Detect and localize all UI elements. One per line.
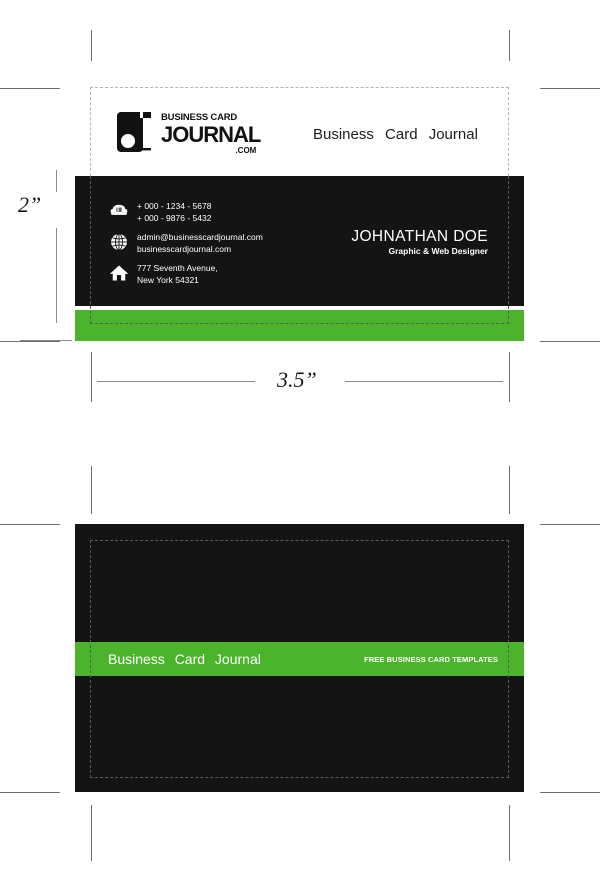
business-card-template-page: 2” BUSINESS CARD JOURNAL .COM Business C…	[0, 0, 600, 869]
height-dimension-tick-bottom	[20, 340, 72, 341]
contact-row-phone: + 000 - 1234 - 5678 + 000 - 9876 - 5432	[109, 200, 263, 224]
email-line: admin@businesscardjournal.com	[137, 232, 263, 242]
crop-mark-right-upper-back-vertical	[509, 466, 510, 514]
contact-row-address: 777 Seventh Avenue, New York 54321	[109, 262, 263, 286]
address-line-1: 777 Seventh Avenue,	[137, 263, 218, 273]
width-dimension-line-left	[97, 381, 255, 382]
logo: BUSINESS CARD JOURNAL .COM	[113, 108, 261, 155]
journal-j-mark-icon	[113, 108, 159, 154]
telephone-icon	[109, 201, 129, 221]
crop-mark-right-top-horizontal	[540, 88, 600, 89]
front-card-green-bar	[75, 310, 524, 341]
contact-address-values: 777 Seventh Avenue, New York 54321	[137, 262, 218, 286]
width-dimension-label: 3.5”	[277, 367, 317, 392]
crop-mark-left-top-back-horizontal	[0, 524, 60, 525]
crop-mark-left-lower-front-vertical	[91, 352, 92, 402]
back-card-brand-words: Business Card Journal	[108, 651, 261, 667]
address-line-2: New York 54321	[137, 275, 199, 285]
height-dimension-line-lower	[56, 228, 57, 323]
globe-icon	[109, 232, 129, 252]
height-dimension-label: 2”	[18, 192, 42, 217]
crop-mark-left-lower-back-vertical	[91, 805, 92, 861]
home-icon	[109, 263, 129, 283]
contact-list: + 000 - 1234 - 5678 + 000 - 9876 - 5432	[109, 200, 263, 293]
crop-mark-top-right-vertical	[509, 30, 510, 61]
logo-wordmark: BUSINESS CARD JOURNAL .COM	[161, 108, 261, 155]
contact-web-values: admin@businesscardjournal.com businessca…	[137, 231, 263, 255]
crop-mark-left-upper-back-vertical	[91, 466, 92, 514]
front-card: BUSINESS CARD JOURNAL .COM Business Card…	[75, 87, 524, 341]
person-name: JOHNATHAN DOE	[351, 228, 488, 245]
contact-phone-values: + 000 - 1234 - 5678 + 000 - 9876 - 5432	[137, 200, 211, 224]
front-card-brand-words: Business Card Journal	[313, 126, 478, 143]
person-name-block: JOHNATHAN DOE Graphic & Web Designer	[351, 228, 488, 256]
crop-mark-right-bottom-back-horizontal	[540, 792, 600, 793]
phone-line-1: + 000 - 1234 - 5678	[137, 201, 212, 211]
person-role: Graphic & Web Designer	[388, 246, 488, 257]
logo-line-dotcom: .COM	[235, 145, 257, 155]
website-line: businesscardjournal.com	[137, 244, 232, 254]
height-dimension-line-upper	[56, 170, 57, 192]
crop-mark-left-bottom-front-horizontal	[0, 341, 60, 342]
logo-line-journal: JOURNAL	[161, 121, 261, 147]
crop-mark-right-top-back-horizontal	[540, 524, 600, 525]
crop-mark-top-left-vertical	[91, 30, 92, 61]
width-dimension-line-right	[345, 381, 503, 382]
crop-mark-left-bottom-back-horizontal	[0, 792, 60, 793]
crop-mark-left-top-horizontal	[0, 88, 60, 89]
contact-row-web: admin@businesscardjournal.com businessca…	[109, 231, 263, 255]
crop-mark-right-bottom-front-horizontal	[540, 341, 600, 342]
phone-line-2: + 000 - 9876 - 5432	[137, 213, 212, 223]
crop-mark-right-lower-back-vertical	[509, 805, 510, 861]
back-card: Business Card Journal FREE BUSINESS CARD…	[75, 524, 524, 792]
crop-mark-right-lower-front-vertical	[509, 352, 510, 402]
back-card-tagline: FREE BUSINESS CARD TEMPLATES	[364, 655, 498, 664]
